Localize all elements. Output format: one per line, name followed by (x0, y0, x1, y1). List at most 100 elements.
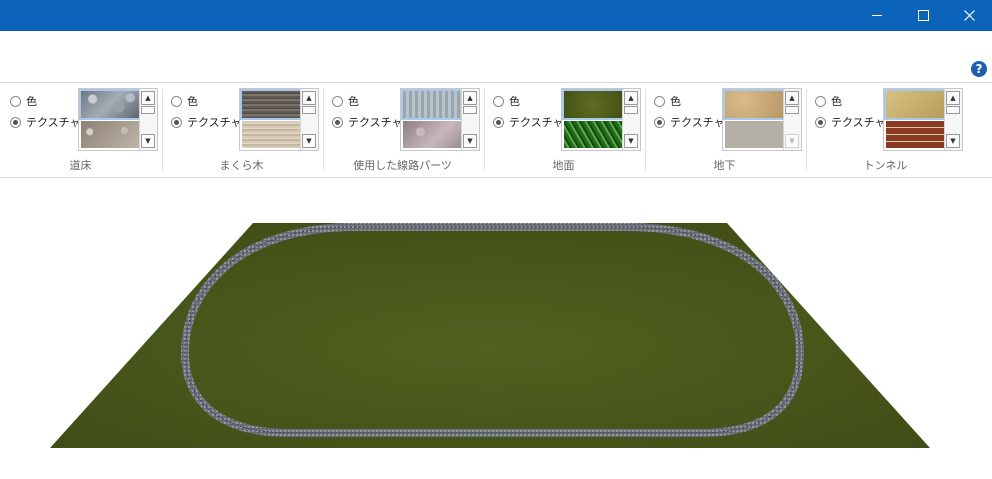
light-wood-texture[interactable] (242, 121, 300, 148)
texture-radio[interactable] (493, 116, 504, 128)
texture-option[interactable]: テクスチャ (332, 114, 403, 130)
group-label: 使用した線路パーツ (353, 159, 452, 172)
texture-option-label: テクスチャ (348, 116, 403, 129)
texture-option[interactable]: テクスチャ (171, 114, 242, 130)
gallery-scrollbar[interactable]: ▲ ▼ (622, 89, 640, 150)
scroll-up-button[interactable]: ▲ (624, 91, 638, 105)
maximize-button[interactable] (900, 0, 946, 31)
texture-option[interactable]: テクスチャ (815, 114, 886, 130)
texture-radio[interactable] (171, 116, 182, 128)
maximize-icon (917, 10, 929, 21)
minimize-icon (872, 15, 882, 16)
scroll-up-button[interactable]: ▲ (785, 91, 799, 105)
scroll-thumb[interactable] (302, 106, 316, 114)
texture-option-label: テクスチャ (670, 116, 725, 129)
scroll-thumb[interactable] (785, 106, 799, 114)
scroll-up-button[interactable]: ▲ (141, 91, 155, 105)
expand-gallery-button[interactable]: ▼ (946, 134, 960, 148)
color-radio[interactable] (171, 95, 182, 107)
expand-gallery-button[interactable]: ▼ (624, 134, 638, 148)
texture-gallery[interactable]: ▲ ▼ (78, 88, 158, 151)
group-label: まくら木 (219, 159, 264, 172)
scroll-thumb[interactable] (463, 106, 477, 114)
brick-texture[interactable] (886, 121, 944, 148)
help-icon[interactable]: ? (971, 61, 987, 77)
color-option[interactable]: 色 (654, 93, 681, 109)
gallery-scrollbar[interactable]: ▲ ▼ (461, 89, 479, 150)
texture-radio[interactable] (815, 116, 826, 128)
color-option-label: 色 (509, 95, 520, 108)
ribbon-group-1: 色 テクスチャ ▲ ▼ まくら木 (161, 83, 322, 177)
expand-gallery-button[interactable]: ▼ (785, 134, 799, 148)
texture-option-label: テクスチャ (509, 116, 564, 129)
scroll-up-button[interactable]: ▲ (302, 91, 316, 105)
group-label: 地面 (552, 159, 575, 172)
scroll-up-button[interactable]: ▲ (946, 91, 960, 105)
grass-texture[interactable] (562, 89, 624, 120)
texture-option[interactable]: テクスチャ (10, 114, 81, 130)
color-option-label: 色 (670, 95, 681, 108)
scroll-up-button[interactable]: ▲ (463, 91, 477, 105)
ribbon-group-3: 色 テクスチャ ▲ ▼ 地面 (483, 83, 644, 177)
texture-radio[interactable] (654, 116, 665, 128)
color-radio[interactable] (10, 95, 21, 107)
expand-gallery-button[interactable]: ▼ (463, 134, 477, 148)
gallery-scrollbar[interactable]: ▲ ▼ (944, 89, 962, 150)
color-radio[interactable] (815, 95, 826, 107)
texture-radio[interactable] (10, 116, 21, 128)
minimize-button[interactable] (854, 0, 900, 31)
gravel-texture[interactable] (81, 121, 139, 148)
concrete-texture[interactable] (725, 121, 783, 148)
texture-option[interactable]: テクスチャ (493, 114, 564, 130)
texture-gallery[interactable]: ▲ ▼ (883, 88, 963, 151)
color-option[interactable]: 色 (171, 93, 198, 109)
chevron-down-icon: ▼ (145, 137, 151, 145)
color-radio[interactable] (654, 95, 665, 107)
color-radio[interactable] (493, 95, 504, 107)
title-bar (0, 0, 992, 31)
texture-gallery[interactable]: ▲ ▼ (722, 88, 802, 151)
gallery-scrollbar[interactable]: ▲ ▼ (139, 89, 157, 150)
chevron-up-icon: ▲ (950, 94, 956, 102)
metal-texture[interactable] (401, 89, 463, 120)
scene-canvas[interactable] (0, 178, 992, 479)
chevron-down-icon: ▼ (467, 137, 473, 145)
dark-wood-texture[interactable] (240, 89, 302, 120)
ribbon-tab-area (0, 31, 992, 82)
chevron-down-icon: ▼ (306, 137, 312, 145)
color-option-label: 色 (26, 95, 37, 108)
color-option-label: 色 (187, 95, 198, 108)
texture-gallery[interactable]: ▲ ▼ (239, 88, 319, 151)
color-option[interactable]: 色 (815, 93, 842, 109)
3d-viewport[interactable] (0, 178, 992, 479)
scroll-thumb[interactable] (141, 106, 155, 114)
texture-gallery[interactable]: ▲ ▼ (400, 88, 480, 151)
scroll-thumb[interactable] (946, 106, 960, 114)
color-option-label: 色 (348, 95, 359, 108)
texture-gallery[interactable]: ▲ ▼ (561, 88, 641, 151)
close-button[interactable] (946, 0, 992, 31)
ribbon-group-0: 色 テクスチャ ▲ ▼ 道床 (0, 83, 161, 177)
texture-option[interactable]: テクスチャ (654, 114, 725, 130)
leaves-texture[interactable] (564, 121, 622, 148)
yellow-stone-texture[interactable] (884, 89, 946, 120)
group-label: 地下 (713, 159, 736, 172)
color-option[interactable]: 色 (332, 93, 359, 109)
granite-texture[interactable] (403, 121, 461, 148)
color-option[interactable]: 色 (10, 93, 37, 109)
ballast-texture[interactable] (79, 89, 141, 120)
ribbon-group-5: 色 テクスチャ ▲ ▼ トンネル (805, 83, 966, 177)
gallery-scrollbar[interactable]: ▲ ▼ (783, 89, 801, 150)
sand-texture[interactable] (723, 89, 785, 120)
expand-gallery-button[interactable]: ▼ (302, 134, 316, 148)
chevron-down-icon: ▼ (789, 137, 795, 145)
texture-radio[interactable] (332, 116, 343, 128)
expand-gallery-button[interactable]: ▼ (141, 134, 155, 148)
chevron-up-icon: ▲ (628, 94, 634, 102)
color-radio[interactable] (332, 95, 343, 107)
scroll-thumb[interactable] (624, 106, 638, 114)
color-option[interactable]: 色 (493, 93, 520, 109)
gallery-scrollbar[interactable]: ▲ ▼ (300, 89, 318, 150)
color-option-label: 色 (831, 95, 842, 108)
close-icon (963, 10, 975, 21)
